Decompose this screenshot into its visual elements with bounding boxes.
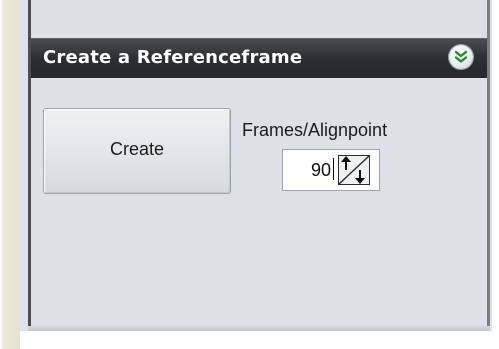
frames-spinner[interactable] bbox=[282, 149, 380, 191]
frames-per-alignpoint-label: Frames/Alignpoint bbox=[242, 120, 388, 140]
create-button-label: Create bbox=[109, 139, 165, 159]
bottom-margin bbox=[20, 331, 492, 349]
up-down-arrows-icon[interactable] bbox=[338, 155, 370, 185]
section-title: Create a Referenceframe bbox=[43, 47, 303, 68]
text-caret bbox=[333, 158, 334, 180]
double-chevron-svg bbox=[454, 50, 468, 63]
spinner-arrows-svg bbox=[338, 155, 370, 185]
section-header[interactable]: Create a Referenceframe bbox=[31, 38, 487, 78]
panel-top-area bbox=[31, 0, 487, 34]
screen: Create a Referenceframe Create Frames/Al… bbox=[0, 0, 499, 349]
frames-value-input[interactable] bbox=[287, 158, 331, 182]
double-chevron-down-icon[interactable] bbox=[449, 45, 473, 69]
left-margin bbox=[0, 0, 20, 349]
panel-right-border bbox=[487, 0, 490, 331]
create-button[interactable]: Create bbox=[43, 108, 231, 194]
